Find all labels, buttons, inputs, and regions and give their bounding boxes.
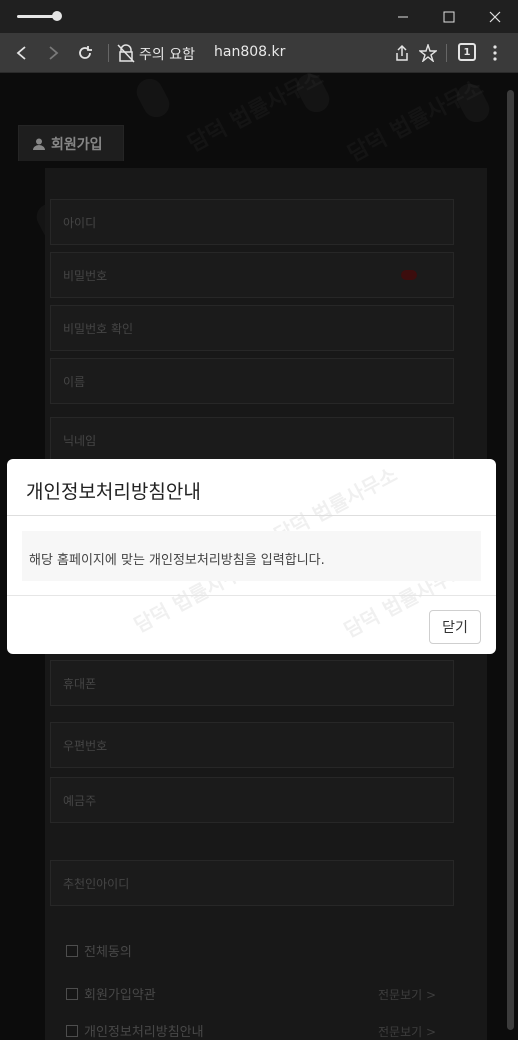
address-url[interactable]: han808.kr: [214, 44, 285, 60]
not-secure-icon[interactable]: [117, 43, 135, 63]
more-menu-icon[interactable]: [483, 41, 507, 65]
security-warning-text[interactable]: 주의 요함: [139, 44, 195, 64]
zoom-slider-track[interactable]: [17, 15, 57, 18]
tab-count-button[interactable]: 1: [458, 43, 476, 61]
privacy-policy-modal: 담덕 법률사무소 담덕 법률사무소 담덕 법률사무소 개인정보처리방침안내 해당…: [7, 459, 496, 654]
modal-title: 개인정보처리방침안내: [26, 481, 201, 503]
bookmark-star-icon[interactable]: [416, 41, 440, 65]
minimize-icon[interactable]: [380, 0, 426, 33]
page-scrollbar[interactable]: [507, 90, 514, 1030]
forward-icon[interactable]: [41, 41, 65, 65]
modal-body-text: 해당 홈페이지에 맞는 개인정보처리방침을 입력합니다.: [29, 553, 325, 568]
toolbar-separator: [446, 44, 447, 62]
address-separator: [108, 44, 109, 62]
title-bar: [0, 0, 518, 33]
close-window-icon[interactable]: [472, 0, 518, 33]
close-button[interactable]: 닫기: [429, 610, 481, 644]
maximize-icon[interactable]: [426, 0, 472, 33]
zoom-slider-handle[interactable]: [52, 11, 62, 21]
browser-window: 주의 요함 han808.kr 1 담덕 법률사무소 담덕 법률사무소 담덕 법…: [0, 0, 518, 1040]
back-icon[interactable]: [10, 41, 34, 65]
share-icon[interactable]: [390, 41, 414, 65]
modal-footer-divider: [7, 595, 496, 596]
browser-toolbar: 주의 요함 han808.kr 1: [0, 33, 518, 73]
reload-icon[interactable]: [73, 41, 97, 65]
